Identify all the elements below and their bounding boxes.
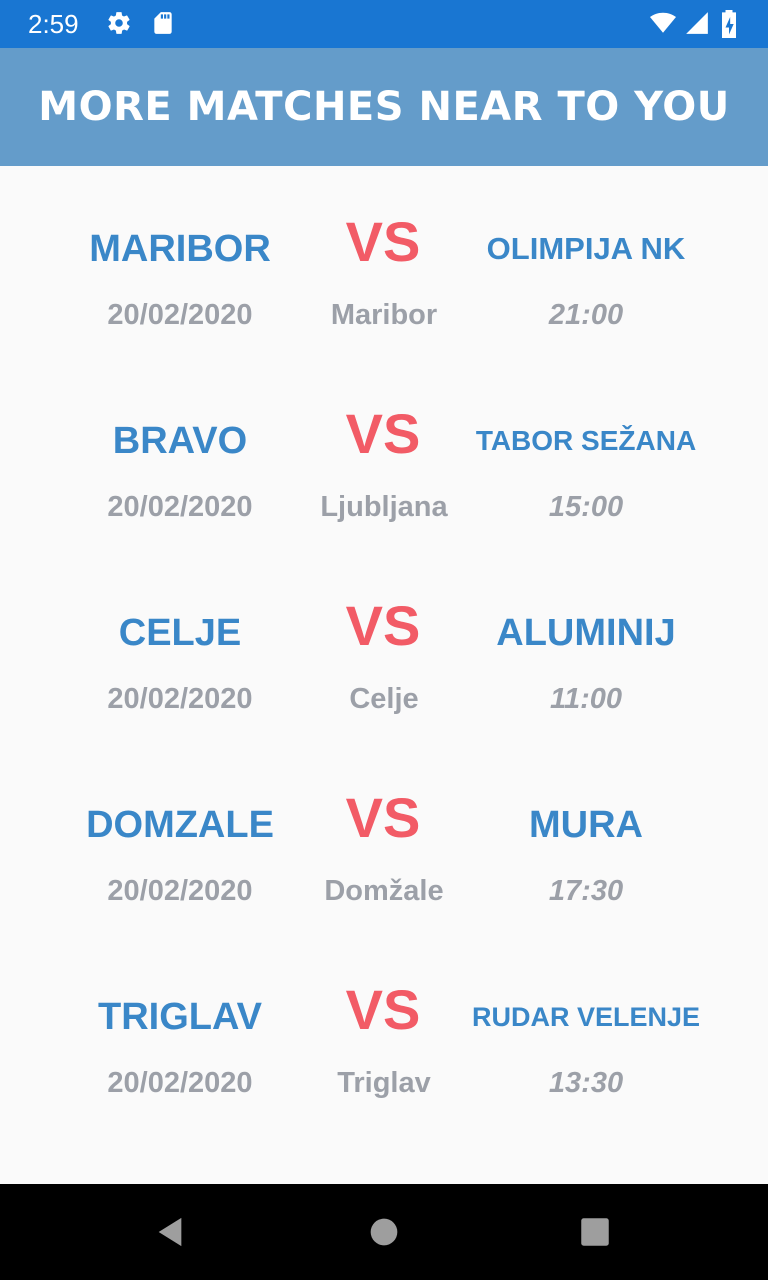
- away-team: MURA: [529, 804, 643, 846]
- settings-icon: [106, 10, 134, 38]
- home-team: CELJE: [118, 612, 242, 654]
- match-list[interactable]: MARIBOR VS OLIMPIJA NK 20/02/2020 Maribo…: [0, 166, 768, 1184]
- match-date: 20/02/2020: [107, 683, 253, 715]
- match-time: 11:00: [549, 683, 623, 715]
- status-time: 2:59: [28, 9, 79, 39]
- page-title: MORE MATCHES NEAR TO YOU: [38, 84, 730, 130]
- match-city: Triglav: [337, 1067, 431, 1099]
- signal-icon: [684, 10, 712, 38]
- home-team: TRIGLAV: [98, 996, 262, 1038]
- vs-label: VS: [345, 594, 421, 657]
- recents-icon[interactable]: [575, 1212, 615, 1252]
- away-team: RUDAR VELENJE: [471, 1002, 701, 1032]
- vs-label: VS: [345, 978, 421, 1041]
- navigation-bar: [0, 1184, 768, 1280]
- match-city: Ljubljana: [320, 491, 448, 523]
- home-team: MARIBOR: [89, 228, 271, 270]
- match-time: 17:30: [548, 875, 624, 907]
- match-date: 20/02/2020: [107, 1067, 253, 1099]
- match-row[interactable]: CELJE VS ALUMINIJ 20/02/2020 Celje 11:00: [0, 570, 768, 730]
- match-row[interactable]: MARIBOR VS OLIMPIJA NK 20/02/2020 Maribo…: [0, 186, 768, 346]
- home-team: BRAVO: [112, 420, 248, 462]
- match-city: Domžale: [324, 875, 444, 907]
- vs-label: VS: [345, 402, 421, 465]
- back-icon[interactable]: [150, 1212, 190, 1252]
- match-time: 13:30: [548, 1067, 624, 1099]
- app-header: MORE MATCHES NEAR TO YOU: [0, 48, 768, 166]
- match-date: 20/02/2020: [107, 491, 253, 523]
- match-date: 20/02/2020: [107, 299, 253, 331]
- home-icon[interactable]: [364, 1212, 404, 1252]
- match-row[interactable]: BRAVO VS TABOR SEŽANA 20/02/2020 Ljublja…: [0, 378, 768, 538]
- away-team: ALUMINIJ: [496, 612, 676, 654]
- status-bar: 2:59: [0, 0, 768, 48]
- match-city: Celje: [349, 683, 419, 715]
- battery-icon: [720, 10, 740, 38]
- sd-card-icon: [150, 10, 178, 38]
- match-time: 21:00: [548, 299, 624, 331]
- away-team: TABOR SEŽANA: [475, 425, 697, 456]
- match-row[interactable]: TRIGLAV VS RUDAR VELENJE 20/02/2020 Trig…: [0, 954, 768, 1114]
- match-row[interactable]: DOMZALE VS MURA 20/02/2020 Domžale 17:30: [0, 762, 768, 922]
- match-date: 20/02/2020: [107, 875, 253, 907]
- vs-label: VS: [345, 786, 421, 849]
- match-time: 15:00: [548, 491, 624, 523]
- wifi-icon: [648, 10, 676, 38]
- vs-label: VS: [345, 210, 421, 273]
- match-city: Maribor: [330, 299, 438, 331]
- home-team: DOMZALE: [86, 804, 274, 846]
- away-team: OLIMPIJA NK: [486, 231, 686, 266]
